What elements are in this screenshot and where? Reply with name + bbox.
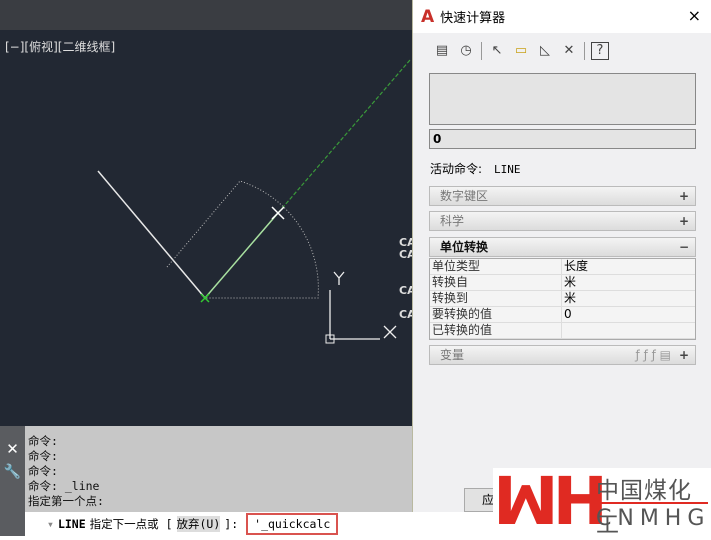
history-line: 命令: _line bbox=[28, 479, 100, 493]
section-label: 单位转换 bbox=[440, 240, 489, 254]
watermark-logo: ꟽH 中国煤化工 CNMHG bbox=[493, 463, 711, 540]
active-command-label: 活动命令: bbox=[430, 162, 483, 176]
unit-conversion-table: 单位类型 长度 转换自米 转换到米 要转换的值 0 已转换的值 bbox=[429, 258, 696, 340]
table-row[interactable]: 已转换的值 bbox=[430, 323, 695, 339]
table-row[interactable]: 转换到米 bbox=[430, 291, 695, 307]
table-row[interactable]: 转换自米 bbox=[430, 275, 695, 291]
prompt-command: LINE bbox=[57, 517, 86, 531]
help-icon[interactable]: ? bbox=[591, 42, 609, 60]
quickcalc-dialog: A 快速计算器 × ▤ ◷ ↖ ▭ ◺ ✕ ? 0 活动命令: LINE 数字键区… bbox=[412, 0, 711, 512]
command-window: ✕ 🔧 命令: 命令: 命令: 命令: _line 指定第一个点: bbox=[0, 426, 420, 536]
section-label: 科学 bbox=[440, 214, 465, 228]
active-command-value: LINE bbox=[494, 163, 521, 176]
history-display bbox=[429, 73, 696, 125]
history-line: 命令: bbox=[28, 464, 58, 478]
close-icon[interactable]: ✕ bbox=[0, 440, 25, 458]
cursor-icon bbox=[271, 206, 285, 220]
watermark-mark: ꟽH bbox=[493, 463, 608, 540]
section-variables[interactable]: 变量 ƒ ƒ ƒ ▤ + bbox=[429, 345, 696, 365]
clear-icon[interactable]: ▤ bbox=[433, 42, 451, 60]
active-command: 活动命令: LINE bbox=[430, 160, 521, 177]
command-input-value[interactable]: '_quickcalc bbox=[246, 513, 339, 535]
wrench-icon[interactable]: 🔧 bbox=[0, 464, 25, 480]
dialog-title: 快速计算器 bbox=[440, 11, 506, 26]
variable-tools-icon[interactable]: ƒ ƒ ƒ ▤ bbox=[636, 346, 671, 364]
autocad-logo-icon: A bbox=[421, 6, 435, 27]
ucs-icon bbox=[329, 290, 380, 340]
section-label: 数字键区 bbox=[440, 189, 489, 203]
top-bar bbox=[0, 0, 420, 30]
angle-icon[interactable]: ◺ bbox=[536, 42, 554, 60]
get-coordinates-icon[interactable]: ↖ bbox=[488, 42, 506, 60]
dropdown-icon[interactable]: ▾ bbox=[47, 517, 54, 531]
watermark-en: CNMHG bbox=[596, 506, 711, 531]
undo-option[interactable]: 放弃(U) bbox=[176, 516, 221, 532]
distance-icon[interactable]: ▭ bbox=[512, 42, 530, 60]
command-history: 命令: 命令: 命令: 命令: _line 指定第一个点: bbox=[28, 434, 104, 509]
intersection-icon[interactable]: ✕ bbox=[560, 42, 578, 60]
section-label: 变量 bbox=[440, 348, 465, 362]
command-input[interactable]: ▾ LINE 指定下一点或 [放弃(U)]: '_quickcalc bbox=[25, 512, 420, 536]
command-toolstrip: ✕ 🔧 bbox=[0, 426, 25, 536]
close-button[interactable]: × bbox=[688, 6, 701, 25]
tracking-line bbox=[277, 59, 411, 214]
expand-icon[interactable]: + bbox=[679, 346, 689, 364]
collapse-icon[interactable]: − bbox=[679, 238, 689, 256]
expand-icon[interactable]: + bbox=[679, 212, 689, 230]
side-label: CA bbox=[399, 284, 412, 297]
section-scientific[interactable]: 科学 + bbox=[429, 211, 696, 231]
toolbar: ▤ ◷ ↖ ▭ ◺ ✕ ? bbox=[433, 42, 609, 60]
drawing-canvas bbox=[97, 59, 411, 344]
white-line bbox=[97, 170, 206, 299]
table-row[interactable]: 单位类型 长度 bbox=[430, 259, 695, 275]
history-line: 命令: bbox=[28, 449, 58, 463]
table-row[interactable]: 要转换的值 0 bbox=[430, 307, 695, 323]
start-point-icon bbox=[200, 293, 210, 303]
dialog-titlebar[interactable]: A 快速计算器 × bbox=[413, 0, 711, 33]
side-label: CA bbox=[399, 248, 412, 261]
prompt-end: ]: bbox=[224, 517, 239, 531]
input-box[interactable]: 0 bbox=[429, 129, 696, 149]
history-line: 命令: bbox=[28, 434, 58, 448]
drawing-viewport[interactable]: [−][俯视][二维线框] CA CA CA CA bbox=[0, 30, 412, 426]
expand-icon[interactable]: + bbox=[679, 187, 689, 205]
clear-history-icon[interactable]: ◷ bbox=[457, 42, 475, 60]
prompt-text: 指定下一点或 [ bbox=[89, 517, 173, 531]
history-line: 指定第一个点: bbox=[28, 494, 104, 508]
section-unit-conversion[interactable]: 单位转换 − bbox=[429, 237, 696, 257]
side-label: CA bbox=[399, 308, 412, 321]
rubberband-line bbox=[204, 212, 279, 299]
section-numpad[interactable]: 数字键区 + bbox=[429, 186, 696, 206]
